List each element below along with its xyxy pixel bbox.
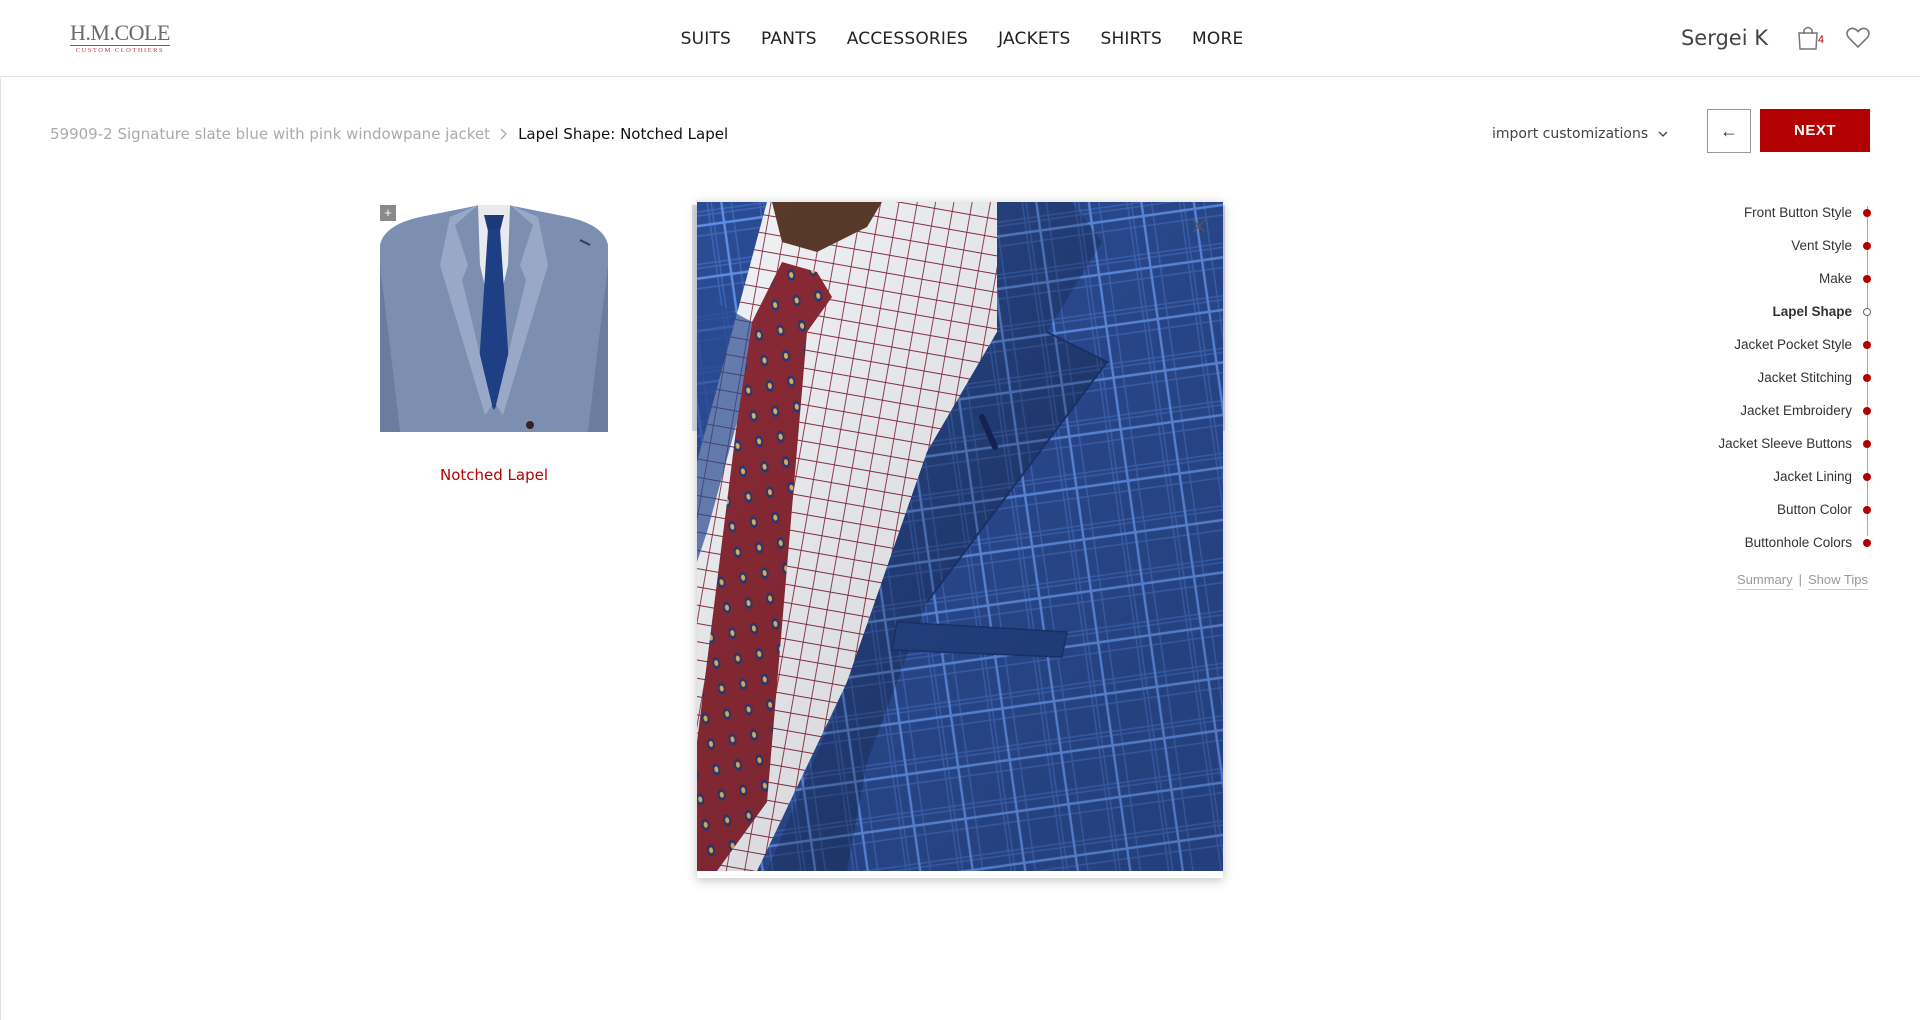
- step-jacket-stitching[interactable]: Jacket Stitching: [1634, 361, 1874, 394]
- nav-suits[interactable]: SUITS: [681, 29, 731, 49]
- step-dot: [1863, 341, 1871, 349]
- step-jacket-pocket-style[interactable]: Jacket Pocket Style: [1634, 328, 1874, 361]
- option-image[interactable]: +: [380, 205, 608, 432]
- step-dot: [1863, 209, 1871, 217]
- summary-link[interactable]: Summary: [1737, 572, 1793, 590]
- page-left-border: [0, 78, 1, 1020]
- step-jacket-lining[interactable]: Jacket Lining: [1634, 460, 1874, 493]
- step-front-button-style[interactable]: Front Button Style: [1634, 196, 1874, 229]
- show-tips-link[interactable]: Show Tips: [1808, 572, 1868, 590]
- nav-shirts[interactable]: SHIRTS: [1100, 29, 1162, 49]
- step-label: Jacket Lining: [1773, 469, 1852, 484]
- next-button[interactable]: NEXT: [1760, 109, 1870, 152]
- site-header: H.M.COLE CUSTOM CLOTHIERS SUITS PANTS AC…: [0, 0, 1920, 77]
- nav-accessories[interactable]: ACCESSORIES: [847, 29, 968, 49]
- close-icon[interactable]: [1189, 216, 1209, 236]
- step-links: Summary | Show Tips: [1737, 572, 1868, 590]
- user-name[interactable]: Sergei K: [1681, 26, 1768, 50]
- step-label: Lapel Shape: [1772, 304, 1852, 319]
- logo-subtitle: CUSTOM CLOTHIERS: [70, 45, 170, 54]
- heart-icon[interactable]: [1845, 25, 1871, 51]
- step-jacket-sleeve-buttons[interactable]: Jacket Sleeve Buttons: [1634, 427, 1874, 460]
- chevron-down-icon: [1658, 131, 1668, 137]
- cart-count-badge: 4: [1817, 34, 1824, 46]
- step-label: Jacket Embroidery: [1740, 403, 1852, 418]
- option-card-notched-lapel[interactable]: + Notched Lapel: [380, 205, 608, 484]
- back-button[interactable]: ←: [1707, 109, 1751, 153]
- step-dot: [1863, 440, 1871, 448]
- step-dot: [1863, 506, 1871, 514]
- step-vent-style[interactable]: Vent Style: [1634, 229, 1874, 262]
- step-label: Buttonhole Colors: [1744, 535, 1852, 550]
- nav-more[interactable]: MORE: [1192, 29, 1243, 49]
- import-customizations-dropdown[interactable]: import customizations: [1492, 126, 1668, 142]
- step-label: Vent Style: [1791, 238, 1852, 253]
- step-label: Jacket Sleeve Buttons: [1718, 436, 1852, 451]
- jacket-illustration: [380, 205, 608, 432]
- step-dot: [1863, 275, 1871, 283]
- step-dot: [1863, 374, 1871, 382]
- nav-pants[interactable]: PANTS: [761, 29, 817, 49]
- step-label: Jacket Stitching: [1757, 370, 1852, 385]
- breadcrumb-current: Lapel Shape: Notched Lapel: [518, 125, 729, 143]
- main-nav: SUITS PANTS ACCESSORIES JACKETS SHIRTS M…: [0, 0, 1920, 77]
- links-divider: |: [1798, 572, 1803, 587]
- customization-steps: Front Button Style Vent Style Make Lapel…: [1634, 196, 1874, 559]
- step-label: Jacket Pocket Style: [1734, 337, 1852, 352]
- step-jacket-embroidery[interactable]: Jacket Embroidery: [1634, 394, 1874, 427]
- nav-jackets[interactable]: JACKETS: [998, 29, 1070, 49]
- step-dot: [1863, 539, 1871, 547]
- step-dot-current: [1863, 308, 1871, 316]
- step-label: Button Color: [1776, 502, 1852, 517]
- logo-text: H.M.COLE: [70, 20, 170, 45]
- step-dot: [1863, 242, 1871, 250]
- step-button-color[interactable]: Button Color: [1634, 493, 1874, 526]
- chevron-right-icon: [500, 128, 507, 140]
- breadcrumb: 59909-2 Signature slate blue with pink w…: [50, 125, 728, 143]
- step-label: Make: [1818, 271, 1852, 286]
- step-lapel-shape[interactable]: Lapel Shape: [1634, 295, 1874, 328]
- option-label: Notched Lapel: [439, 466, 549, 484]
- breadcrumb-product-link[interactable]: 59909-2 Signature slate blue with pink w…: [50, 125, 490, 143]
- modal-jacket-image: [697, 202, 1223, 871]
- step-dot: [1863, 473, 1871, 481]
- step-buttonhole-colors[interactable]: Buttonhole Colors: [1634, 526, 1874, 559]
- import-label: import customizations: [1492, 126, 1649, 142]
- step-label: Front Button Style: [1743, 205, 1852, 220]
- zoom-plus-icon[interactable]: +: [380, 205, 396, 221]
- brand-logo[interactable]: H.M.COLE CUSTOM CLOTHIERS: [70, 22, 170, 54]
- step-make[interactable]: Make: [1634, 262, 1874, 295]
- zoom-modal: [697, 202, 1223, 878]
- step-dot: [1863, 407, 1871, 415]
